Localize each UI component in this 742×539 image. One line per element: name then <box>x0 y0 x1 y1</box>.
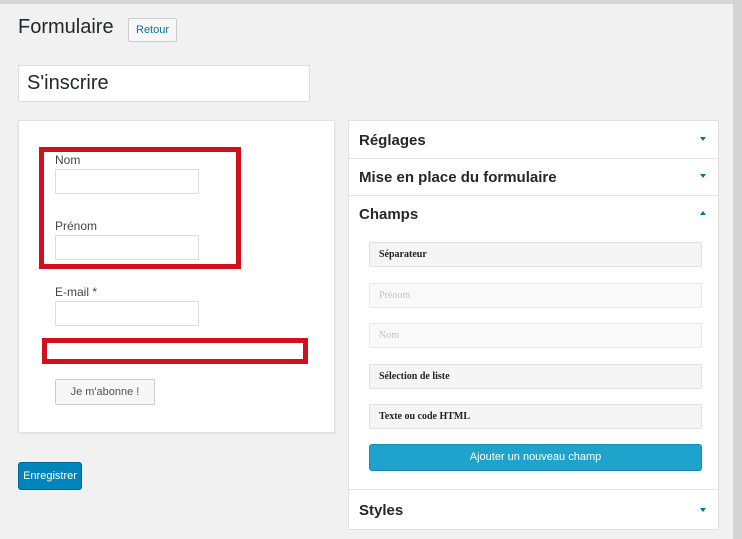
section-mise-en-place[interactable]: Mise en place du formulaire <box>349 159 718 196</box>
field-item-prenom: Prénom <box>369 283 702 308</box>
subscribe-button[interactable]: Je m'abonne ! <box>55 379 155 405</box>
window-top-border <box>0 0 742 4</box>
section-mise-en-place-label: Mise en place du formulaire <box>359 169 557 186</box>
form-title-input[interactable] <box>18 65 310 102</box>
back-button[interactable]: Retour <box>128 18 178 42</box>
settings-panel: Réglages Mise en place du formulaire Cha… <box>348 120 719 530</box>
section-reglages-label: Réglages <box>359 132 426 149</box>
section-champs[interactable]: Champs <box>349 196 718 234</box>
section-styles[interactable]: Styles <box>349 489 718 529</box>
form-preview: Nom Prénom E-mail * Je m'abonne ! <box>18 120 335 433</box>
field-item-nom: Nom <box>369 323 702 348</box>
highlight-box-empty <box>42 338 308 364</box>
field-item-separateur[interactable]: Séparateur <box>369 242 702 267</box>
chevron-up-icon <box>700 211 706 215</box>
add-field-button[interactable]: Ajouter un nouveau champ <box>369 444 702 471</box>
window-right-border <box>733 0 742 539</box>
field-item-texte-html[interactable]: Texte ou code HTML <box>369 404 702 429</box>
page-title: Formulaire <box>18 16 114 38</box>
chevron-down-icon <box>700 508 706 512</box>
section-reglages[interactable]: Réglages <box>349 121 718 159</box>
field-label-email: E-mail * <box>55 285 98 299</box>
chevron-down-icon <box>700 137 706 141</box>
field-item-selection-liste[interactable]: Sélection de liste <box>369 364 702 389</box>
email-input[interactable] <box>55 301 199 326</box>
section-styles-label: Styles <box>359 502 404 519</box>
highlight-box-name-fields <box>39 147 241 269</box>
section-champs-label: Champs <box>359 206 419 223</box>
chevron-down-icon <box>700 174 706 178</box>
save-button[interactable]: Enregistrer <box>18 462 82 490</box>
